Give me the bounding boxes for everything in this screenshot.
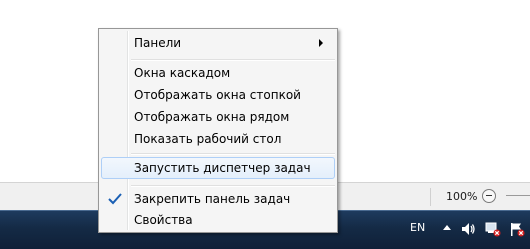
menu-item-side-by-side[interactable]: Отображать окна рядом: [101, 106, 335, 128]
menu-item-show-desktop[interactable]: Показать рабочий стол: [101, 128, 335, 150]
action-center-flag-icon[interactable]: [509, 221, 525, 237]
menu-item-label: Запустить диспетчер задач: [134, 161, 311, 175]
network-icon[interactable]: [485, 221, 501, 237]
volume-icon[interactable]: [460, 221, 476, 237]
status-separator: [430, 188, 431, 206]
menu-item-label: Свойства: [134, 213, 193, 227]
menu-item-lock-taskbar[interactable]: Закрепить панель задач: [101, 188, 335, 210]
submenu-arrow-icon: [319, 39, 323, 47]
menu-item-label: Закрепить панель задач: [134, 192, 291, 206]
menu-item-cascade-windows[interactable]: Окна каскадом: [101, 62, 335, 84]
show-hidden-icons-arrow[interactable]: [443, 225, 451, 230]
menu-separator: [131, 153, 335, 155]
taskbar-context-menu: Панели Окна каскадом Отображать окна сто…: [98, 28, 338, 233]
menu-separator: [131, 59, 335, 61]
menu-item-toolbars[interactable]: Панели: [101, 32, 335, 54]
menu-item-label: Окна каскадом: [134, 66, 231, 80]
menu-item-label: Отображать окна стопкой: [134, 88, 301, 102]
menu-item-properties[interactable]: Свойства: [101, 209, 335, 231]
checkmark-icon: [108, 193, 122, 205]
zoom-out-icon[interactable]: [482, 189, 496, 203]
zoom-slider[interactable]: [506, 195, 530, 196]
menu-separator: [131, 185, 335, 187]
menu-item-stack-windows[interactable]: Отображать окна стопкой: [101, 84, 335, 106]
menu-item-start-task-manager[interactable]: Запустить диспетчер задач: [101, 157, 335, 179]
menu-item-label: Отображать окна рядом: [134, 110, 290, 124]
menu-item-label: Панели: [134, 36, 182, 50]
zoom-level: 100%: [446, 190, 478, 203]
menu-item-label: Показать рабочий стол: [134, 132, 282, 146]
language-indicator[interactable]: EN: [410, 221, 425, 234]
